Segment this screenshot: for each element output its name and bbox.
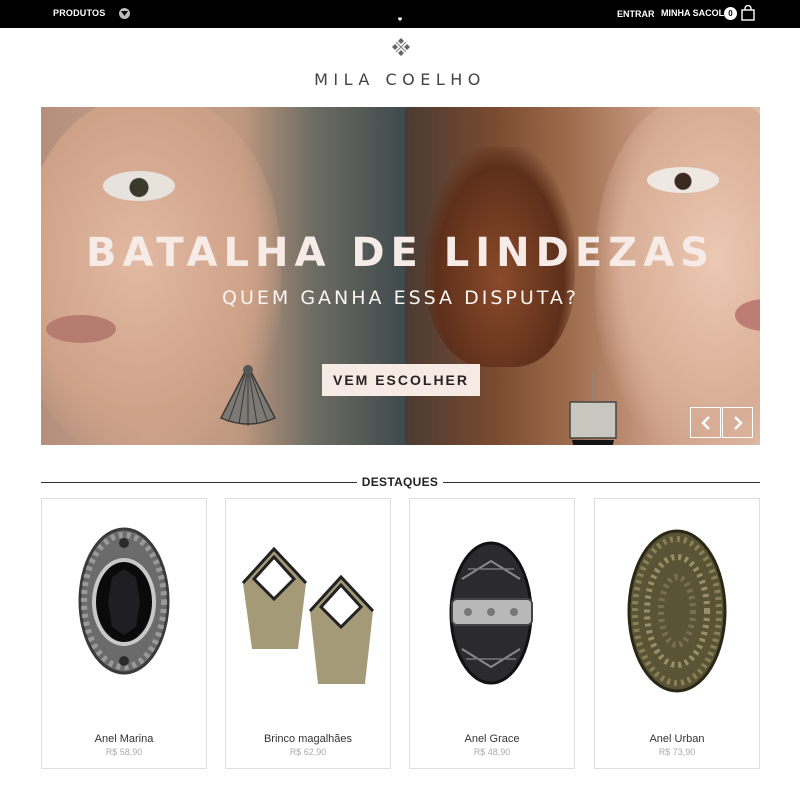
carousel-prev-button[interactable] <box>690 407 721 438</box>
product-name[interactable]: Brinco magalhães <box>226 733 390 745</box>
product-name[interactable]: Anel Urban <box>595 733 759 745</box>
product-card[interactable]: Anel Urban R$ 73,90 <box>594 498 760 769</box>
hero-subline: QUEM GANHA ESSA DISPUTA? <box>222 287 579 309</box>
product-card[interactable]: Anel Marina R$ 58,90 <box>41 498 207 769</box>
shopping-bag-icon[interactable] <box>741 5 755 21</box>
product-image[interactable] <box>410 499 574 724</box>
product-card[interactable]: Brinco magalhães R$ 62,90 <box>225 498 391 769</box>
chevron-down-icon[interactable] <box>119 8 130 19</box>
product-card[interactable]: Anel Grace R$ 48,90 <box>409 498 575 769</box>
carousel-next-button[interactable] <box>722 407 753 438</box>
product-name[interactable]: Anel Grace <box>410 733 574 745</box>
logo-mark-icon[interactable] <box>391 37 411 57</box>
product-image[interactable] <box>595 499 759 724</box>
login-link[interactable]: ENTRAR <box>617 9 655 19</box>
hero-banner[interactable]: BATALHA DE LINDEZAS QUEM GANHA ESSA DISP… <box>41 107 760 445</box>
product-name[interactable]: Anel Marina <box>42 733 206 745</box>
product-price: R$ 58,90 <box>105 747 143 757</box>
chevron-right-icon <box>734 416 743 430</box>
model-lips-left <box>46 315 116 343</box>
hero-headline: BATALHA DE LINDEZAS <box>86 230 715 276</box>
product-price: R$ 48,90 <box>473 747 511 757</box>
brand-wordmark[interactable]: MILA COELHO <box>0 70 800 89</box>
product-price: R$ 62,90 <box>289 747 327 757</box>
product-image[interactable] <box>42 499 206 724</box>
hero-cta-button[interactable]: VEM ESCOLHER <box>322 364 480 396</box>
top-bar: PRODUTOS ENTRAR MINHA SACOLA 0 <box>0 0 800 28</box>
bag-count-badge: 0 <box>724 7 737 20</box>
model-eye-left <box>103 171 175 201</box>
fan-earring-image <box>219 364 277 426</box>
chevron-left-icon <box>701 416 710 430</box>
products-menu-link[interactable]: PRODUTOS <box>53 8 105 18</box>
section-title: DESTAQUES <box>361 475 439 489</box>
crystal-earring-image <box>569 372 617 445</box>
product-price: R$ 73,90 <box>658 747 696 757</box>
product-image[interactable] <box>226 499 390 724</box>
bag-link[interactable]: MINHA SACOLA <box>661 8 731 18</box>
heart-icon <box>393 14 407 23</box>
model-eye-right <box>647 167 719 193</box>
